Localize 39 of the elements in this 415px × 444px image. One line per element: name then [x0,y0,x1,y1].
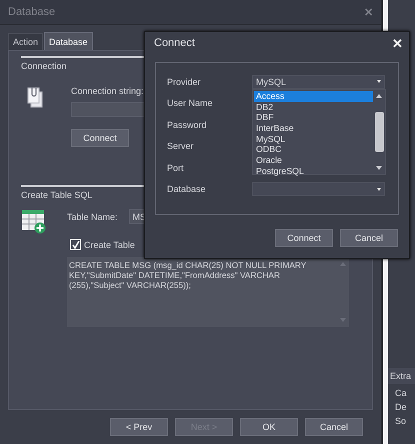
dropdown-option[interactable]: MySQL [254,134,373,144]
dropdown-option[interactable]: Access [254,91,373,102]
dialog-title: Connect [154,37,195,49]
field-label: Port [167,162,185,173]
close-icon[interactable]: ✕ [392,36,403,50]
dropdown-option[interactable]: DB2 [254,102,373,112]
side-list-item[interactable]: De [388,402,415,412]
connect-button[interactable]: Connect [71,129,129,147]
dropdown-option[interactable]: DBF [254,112,373,124]
sql-text-area[interactable]: CREATE TABLE MSG (msg_id CHAR(25) NOT NULL PRIMARY KEY,"SubmitDate" DATETIME,"FromAddress" VARCHAR (255),"Subject" VARCHAR(255)); [67,257,349,327]
side-list-item[interactable]: So [388,416,415,426]
window-title: Database [8,6,56,18]
checkbox[interactable] [70,239,81,250]
dialog-button[interactable]: Cancel [305,418,363,436]
field-label: Database [167,184,207,194]
checkbox-label[interactable]: Create Table [84,240,135,250]
dropdown-option[interactable]: ODBC [254,144,373,156]
field-label: Password [167,120,208,130]
dropdown-option[interactable]: PostgreSQL [254,166,373,176]
dialog-button[interactable]: OK [240,418,298,436]
field-label: Connection string: [71,86,145,96]
tab[interactable]: Database [44,32,93,50]
field-label: User Name [167,98,214,108]
field-label: Server [167,141,195,152]
section-heading: Extra [388,368,415,384]
dialog-button[interactable]: Connect [275,229,333,247]
dropdown-option[interactable]: InterBase [254,123,373,134]
side-list-item[interactable]: Ca [388,388,415,398]
dropdown-field[interactable]: MySQL [252,74,385,89]
tab[interactable]: Action [8,33,44,50]
dropdown-option[interactable]: Oracle [254,155,373,166]
field-label: Table Name: [67,212,118,222]
dialog-button[interactable]: Cancel [340,229,398,247]
dialog-button[interactable]: < Prev [110,418,168,436]
dropdown-list[interactable]: Access DB2 DBF InterBase MySQL ODBC Oracle PostgreSQL [252,89,386,175]
dropdown-field[interactable] [252,182,385,196]
table-add-icon [21,209,47,234]
document-clip-icon [27,86,43,108]
field-label: Provider [167,76,202,87]
